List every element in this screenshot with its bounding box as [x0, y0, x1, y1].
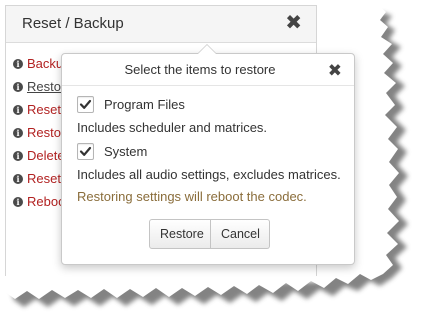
info-icon: i — [13, 58, 23, 69]
info-icon: i — [13, 173, 23, 184]
system-checkbox[interactable] — [77, 143, 94, 160]
program-files-option[interactable]: Program Files — [77, 96, 185, 113]
menu-item-restore-2[interactable]: i Resto — [13, 121, 65, 144]
menu-item-restore[interactable]: i Resto — [13, 75, 65, 98]
popover-arrow — [197, 44, 217, 54]
restore-popover: Select the items to restore ✖ Program Fi… — [61, 44, 355, 265]
menu-item-delete[interactable]: i Delete — [13, 144, 65, 167]
menu-item-backup[interactable]: i Backu — [13, 52, 65, 75]
program-files-checkbox[interactable] — [77, 96, 94, 113]
popover-title: Select the items to restore — [124, 62, 276, 77]
popover-header: Select the items to restore ✖ — [62, 54, 354, 86]
restore-button[interactable]: Restore — [149, 219, 211, 249]
panel-menu: i Backu i Resto i Reset i Resto i Delete… — [13, 52, 65, 213]
menu-item-reset[interactable]: i Reset — [13, 98, 65, 121]
info-icon: i — [13, 196, 23, 207]
menu-item-label: Reset — [27, 171, 61, 186]
menu-item-label: Delete — [27, 148, 65, 163]
system-label: System — [104, 144, 148, 159]
info-icon: i — [13, 81, 23, 92]
panel-close-icon[interactable]: ✖ — [285, 13, 302, 33]
menu-item-reset-2[interactable]: i Reset — [13, 167, 65, 190]
menu-item-reboot[interactable]: i Reboo — [13, 190, 65, 213]
menu-item-label: Reset — [27, 102, 61, 117]
program-files-description: Includes scheduler and matrices. — [77, 120, 268, 135]
checkmark-icon — [79, 99, 92, 109]
panel-title: Reset / Backup — [22, 15, 124, 32]
program-files-label: Program Files — [104, 97, 185, 112]
menu-item-label: Resto — [27, 125, 61, 140]
reboot-warning: Restoring settings will reboot the codec… — [77, 189, 307, 204]
menu-item-label: Backu — [27, 56, 64, 71]
info-icon: i — [13, 104, 23, 115]
system-description: Includes all audio settings, excludes ma… — [77, 167, 341, 182]
popover-button-group: Restore Cancel — [149, 219, 270, 249]
menu-item-label: Reboo — [27, 194, 66, 209]
popover-close-icon[interactable]: ✖ — [328, 62, 342, 79]
system-option[interactable]: System — [77, 143, 147, 160]
info-icon: i — [13, 127, 23, 138]
checkmark-icon — [79, 146, 92, 156]
menu-item-label: Resto — [27, 79, 61, 94]
cancel-button[interactable]: Cancel — [211, 219, 270, 249]
panel-header: Reset / Backup ✖ — [6, 6, 316, 43]
info-icon: i — [13, 150, 23, 161]
screenshot-stage: Reset / Backup ✖ i Backu i Resto i Reset… — [0, 0, 421, 322]
